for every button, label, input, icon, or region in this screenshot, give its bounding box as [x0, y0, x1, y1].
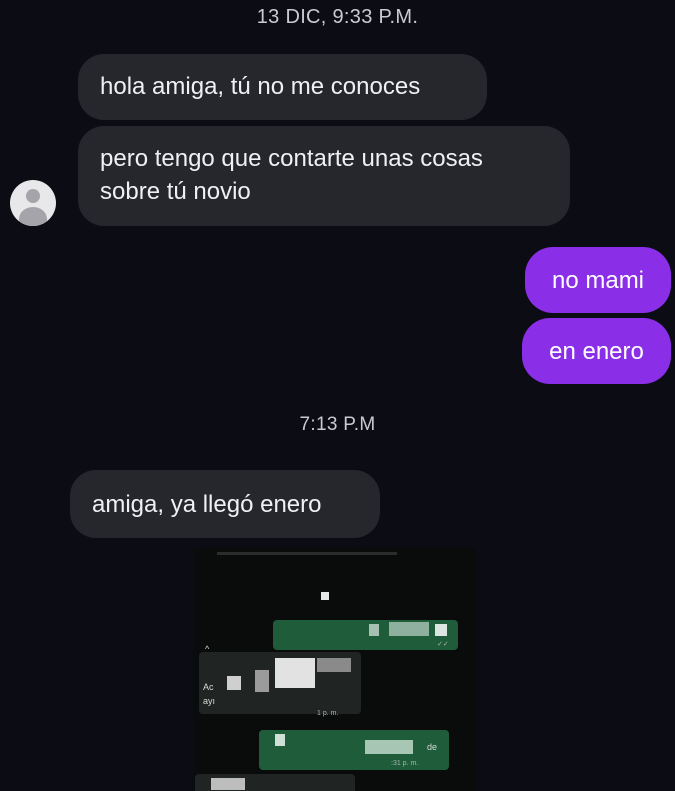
read-check-icon: ✓✓	[437, 641, 449, 648]
fragment-text: de	[427, 742, 438, 752]
contact-avatar[interactable]	[10, 180, 56, 226]
pixelated-block	[389, 622, 429, 636]
incoming-message[interactable]: hola amiga, tú no me conoces	[78, 54, 487, 120]
attached-screenshot-image[interactable]: ✓✓ ^ Ac ayı 1 p. m. de :31 p. m.	[193, 548, 476, 791]
screenshot-top-edge	[217, 552, 397, 555]
avatar-body-shape	[19, 207, 47, 226]
whatsapp-outgoing-bubble	[259, 730, 449, 770]
message-text: no mami	[551, 267, 645, 294]
whatsapp-outgoing-bubble	[273, 620, 458, 650]
message-text-line: sobre tú novio	[100, 178, 251, 205]
fragment-text: Ac	[203, 682, 214, 692]
pixelated-block	[227, 676, 241, 690]
pixelated-block	[317, 658, 351, 672]
outgoing-message[interactable]: no mami	[525, 247, 671, 313]
fragment-text: ayı	[203, 696, 216, 706]
pixelated-block	[275, 734, 285, 746]
pixelated-block	[435, 624, 447, 636]
message-text: en enero	[549, 338, 644, 365]
message-meta: 1 p. m.	[317, 710, 339, 717]
pixelated-block	[365, 740, 413, 754]
pixelated-block	[321, 592, 329, 600]
pixelated-block	[211, 778, 245, 790]
pixelated-block	[255, 670, 269, 692]
timestamp-middle: 7:13 P.M	[299, 414, 376, 435]
incoming-message[interactable]: pero tengo que contarte unas cosas sobre…	[78, 126, 570, 226]
pixelated-block	[275, 658, 315, 688]
caret-glyph: ^	[205, 644, 210, 654]
message-meta: :31 p. m.	[391, 760, 419, 767]
incoming-message[interactable]: amiga, ya llegó enero	[70, 470, 380, 538]
timestamp-top: 13 DIC, 9:33 P.M.	[256, 6, 419, 28]
pixelated-block	[369, 624, 379, 636]
avatar-head-shape	[26, 189, 40, 203]
message-text: amiga, ya llegó enero	[92, 491, 322, 518]
outgoing-message[interactable]: en enero	[522, 318, 671, 384]
message-text: hola amiga, tú no me conoces	[100, 73, 421, 100]
message-text-line: pero tengo que contarte unas cosas	[100, 145, 483, 172]
